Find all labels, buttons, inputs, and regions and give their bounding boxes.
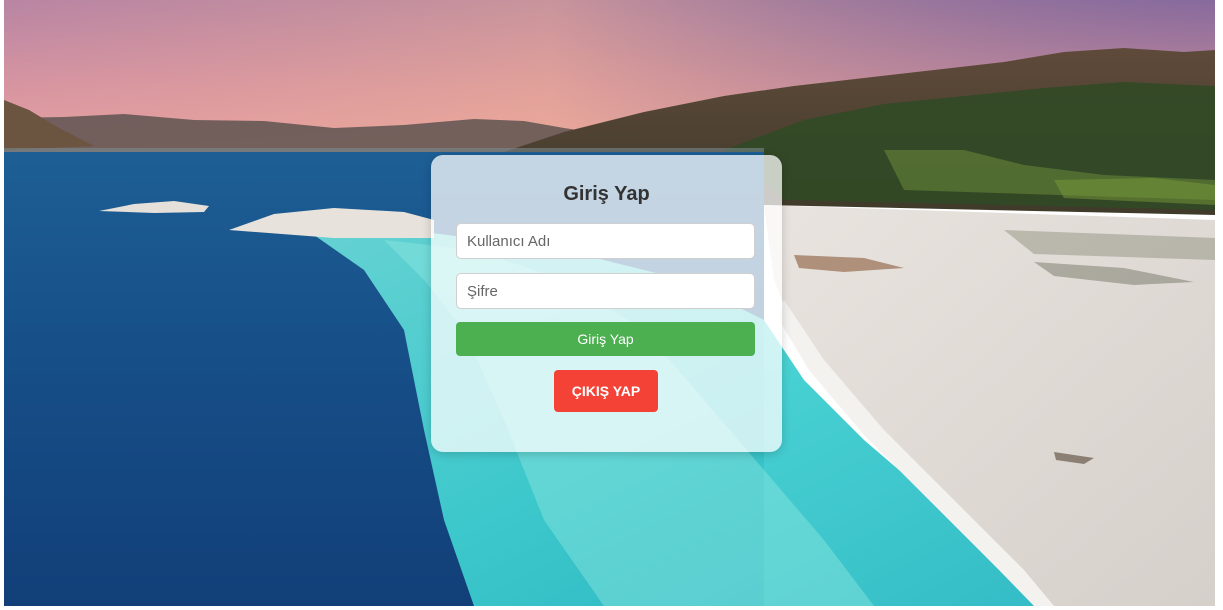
login-button[interactable]: Giriş Yap — [456, 322, 755, 356]
username-input[interactable] — [456, 223, 755, 259]
login-title: Giriş Yap — [563, 183, 650, 205]
page-viewport: Giriş Yap Giriş Yap ÇIKIŞ YAP — [4, 0, 1215, 606]
exit-button[interactable]: ÇIKIŞ YAP — [554, 370, 658, 412]
password-input[interactable] — [456, 273, 755, 309]
login-card: Giriş Yap Giriş Yap ÇIKIŞ YAP — [431, 155, 782, 452]
